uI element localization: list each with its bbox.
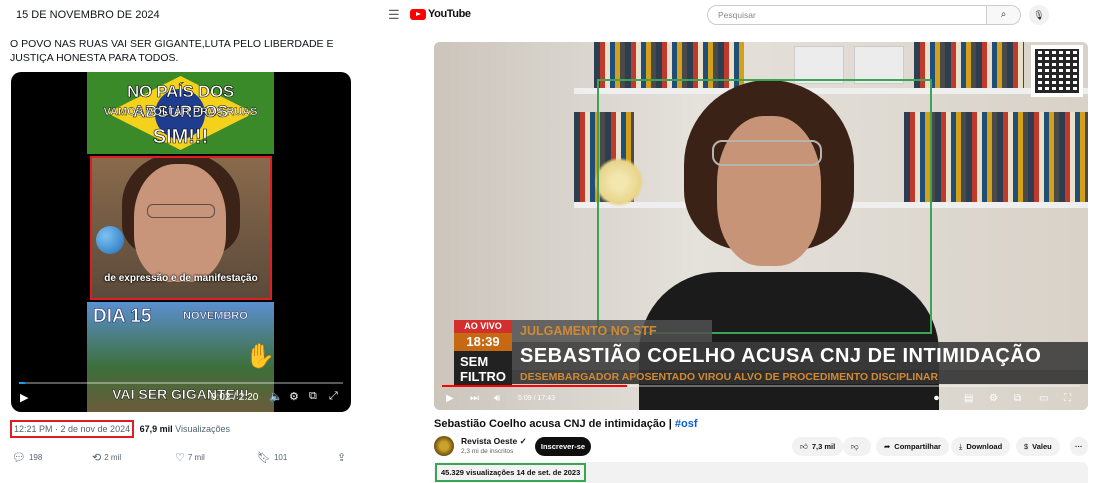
video-controls: ▶ 0:02 / 2:20 🔈 ⚙ ⧉ ⤢ xyxy=(11,388,351,410)
tweet-meta: 12:21 PM · 2 de nov de 2024 67,9 mil Vis… xyxy=(10,420,230,438)
channel-subscribers: 2,3 mi de inscritos xyxy=(461,448,514,455)
verified-icon: ✓ xyxy=(519,436,527,446)
tweet-panel: 15 DE NOVEMBRO DE 2024 O POVO NAS RUAS V… xyxy=(0,0,362,483)
download-button[interactable]: ⤓ Download xyxy=(951,437,1011,456)
settings-icon[interactable]: ⚙ xyxy=(989,393,998,404)
banner-line-2: VAMOS VOLTAR PRAS RUAS xyxy=(103,106,258,118)
like-button[interactable]: 👍︎ 7,3 mil xyxy=(792,437,844,456)
globe-icon xyxy=(96,226,124,254)
views-and-date: 45.329 visualizações 14 de set. de 2023 xyxy=(435,463,587,482)
speaker-face xyxy=(134,164,226,282)
player-progress-fill xyxy=(442,385,628,387)
dia-text: DIA 15 xyxy=(93,306,152,328)
topic-label: JULGAMENTO NO STF xyxy=(512,320,712,342)
play-icon[interactable]: ▶ xyxy=(446,393,454,404)
repost-icon: ⟲ xyxy=(92,452,102,464)
search-input[interactable]: Pesquisar xyxy=(707,5,987,25)
novembro-text: NOVEMBRO xyxy=(183,310,248,322)
youtube-player[interactable]: AO VIVO 18:39 SEM FILTRO JULGAMENTO NO S… xyxy=(434,42,1088,410)
theater-mode-icon[interactable]: ▭ xyxy=(1039,393,1048,404)
video-title-text: Sebastião Coelho acusa CNJ de intimidaçã… xyxy=(434,418,675,430)
video-caption: de expressão e de manifestação xyxy=(104,273,258,284)
heart-icon: ♡ xyxy=(175,452,185,464)
share-icon: ➦ xyxy=(884,442,891,451)
subtitles-icon[interactable]: ▤ xyxy=(964,393,973,404)
youtube-logo-text: YouTube xyxy=(428,8,471,20)
clock-badge: 18:39 xyxy=(454,333,512,351)
search-icon[interactable]: ⌕ xyxy=(987,5,1021,25)
thanks-icon: $ xyxy=(1024,442,1029,451)
next-icon[interactable]: ⏭ xyxy=(470,393,479,404)
volume-icon[interactable]: 🔈 xyxy=(269,390,283,403)
tweet-actions: 💬︎ 198 ⟲ 2 mil ♡ 7 mil 🔖︎ 101 ⇪ xyxy=(12,451,352,467)
repost-button[interactable]: ⟲ 2 mil xyxy=(92,451,121,464)
dislike-button[interactable]: 👎︎ xyxy=(843,437,871,456)
views-label: Visualizações xyxy=(175,424,231,434)
video-hashtag[interactable]: #osf xyxy=(675,418,698,430)
player-time: 5:09 / 17:43 xyxy=(518,395,555,402)
youtube-play-logo-icon xyxy=(410,8,426,20)
subscribe-button[interactable]: Inscrever-se xyxy=(535,437,591,456)
share-button[interactable]: ➦ Compartilhar xyxy=(876,437,949,456)
settings-icon[interactable]: ⚙ xyxy=(289,390,299,403)
glasses xyxy=(147,204,215,218)
views-count: 67,9 mil xyxy=(139,424,173,434)
player-controls: ▶ ⏭ 🔊︎ 5:09 / 17:43 ⏺ ▤ ⚙ ⧉ ▭ ⛶ xyxy=(434,390,1088,410)
reply-button[interactable]: 💬︎ 198 xyxy=(12,451,42,464)
miniplayer-icon[interactable]: ⧉ xyxy=(1014,393,1021,404)
video-banner: NO PAÍS DOS ABSURDOS VAMOS VOLTAR PRAS R… xyxy=(87,72,274,154)
play-icon[interactable]: ▶ xyxy=(20,391,28,404)
volume-icon[interactable]: 🔊︎ xyxy=(494,393,500,404)
presenter-frame-highlight xyxy=(597,79,932,334)
fullscreen-icon[interactable]: ⤢ xyxy=(329,390,338,403)
youtube-logo[interactable]: YouTube xyxy=(410,8,471,20)
fullscreen-icon[interactable]: ⛶ xyxy=(1064,393,1071,404)
subheadline: DESEMBARGADOR APOSENTADO VIROU ALVO DE P… xyxy=(512,370,1088,384)
thanks-button[interactable]: $ Valeu xyxy=(1016,437,1060,456)
share-icon: ⇪ xyxy=(337,452,347,464)
tweet-video[interactable]: NO PAÍS DOS ABSURDOS VAMOS VOLTAR PRAS R… xyxy=(11,72,351,412)
download-icon: ⤓ xyxy=(959,442,963,451)
show-name: SEM FILTRO xyxy=(454,351,512,387)
autoplay-toggle-icon[interactable]: ⏺ xyxy=(934,393,939,404)
raised-hand-icon: ✋ xyxy=(245,343,275,370)
qr-code xyxy=(1031,45,1083,97)
repost-count: 2 mil xyxy=(104,453,122,462)
thumbs-up-icon: 👍︎ xyxy=(800,442,808,451)
reply-icon: 💬︎ xyxy=(12,452,26,464)
like-button[interactable]: ♡ 7 mil xyxy=(175,451,205,464)
hamburger-menu-icon[interactable]: ☰ xyxy=(388,7,400,23)
tweet-text: O POVO NAS RUAS VAI SER GIGANTE,LUTA PEL… xyxy=(10,38,334,64)
youtube-panel: ☰ YouTube Pesquisar ⌕ 🎙︎ AO VIVO 18:39 S… xyxy=(372,0,1100,483)
video-progress-bar[interactable] xyxy=(19,382,343,384)
video-progress-fill xyxy=(19,382,26,384)
bookmark-button[interactable]: 🔖︎ 101 xyxy=(257,451,287,464)
channel-name[interactable]: Revista Oeste ✓ xyxy=(461,436,527,447)
like-count: 7 mil xyxy=(187,453,205,462)
live-badge: AO VIVO xyxy=(454,320,512,333)
tweet-timestamp[interactable]: 12:21 PM · 2 de nov de 2024 xyxy=(10,420,135,438)
news-lower-third: AO VIVO 18:39 SEM FILTRO JULGAMENTO NO S… xyxy=(454,318,1088,388)
speaker-frame-highlight: de expressão e de manifestação xyxy=(90,156,272,300)
comparison-screenshot: 15 DE NOVEMBRO DE 2024 O POVO NAS RUAS V… xyxy=(0,0,1100,483)
channel-avatar[interactable] xyxy=(434,436,454,456)
pip-icon[interactable]: ⧉ xyxy=(309,390,317,403)
reply-count: 198 xyxy=(28,453,43,462)
tweet-date-header: 15 DE NOVEMBRO DE 2024 xyxy=(16,9,160,21)
thumbs-down-icon: 👎︎ xyxy=(851,442,859,451)
bookmark-count: 101 xyxy=(273,453,288,462)
video-title: Sebastião Coelho acusa CNJ de intimidaçã… xyxy=(434,418,698,430)
player-progress-bar[interactable] xyxy=(442,385,1080,387)
share-button[interactable]: ⇪ xyxy=(337,451,346,464)
microphone-icon[interactable]: 🎙︎ xyxy=(1029,5,1049,25)
video-time: 0:02 / 2:20 xyxy=(211,392,259,403)
bookmark-icon: 🔖︎ xyxy=(257,452,271,464)
headline: SEBASTIÃO COELHO ACUSA CNJ DE INTIMIDAÇÃ… xyxy=(512,342,1088,370)
banner-line-3: SIM!!! xyxy=(152,126,209,149)
more-actions-button[interactable]: ··· xyxy=(1070,437,1088,456)
